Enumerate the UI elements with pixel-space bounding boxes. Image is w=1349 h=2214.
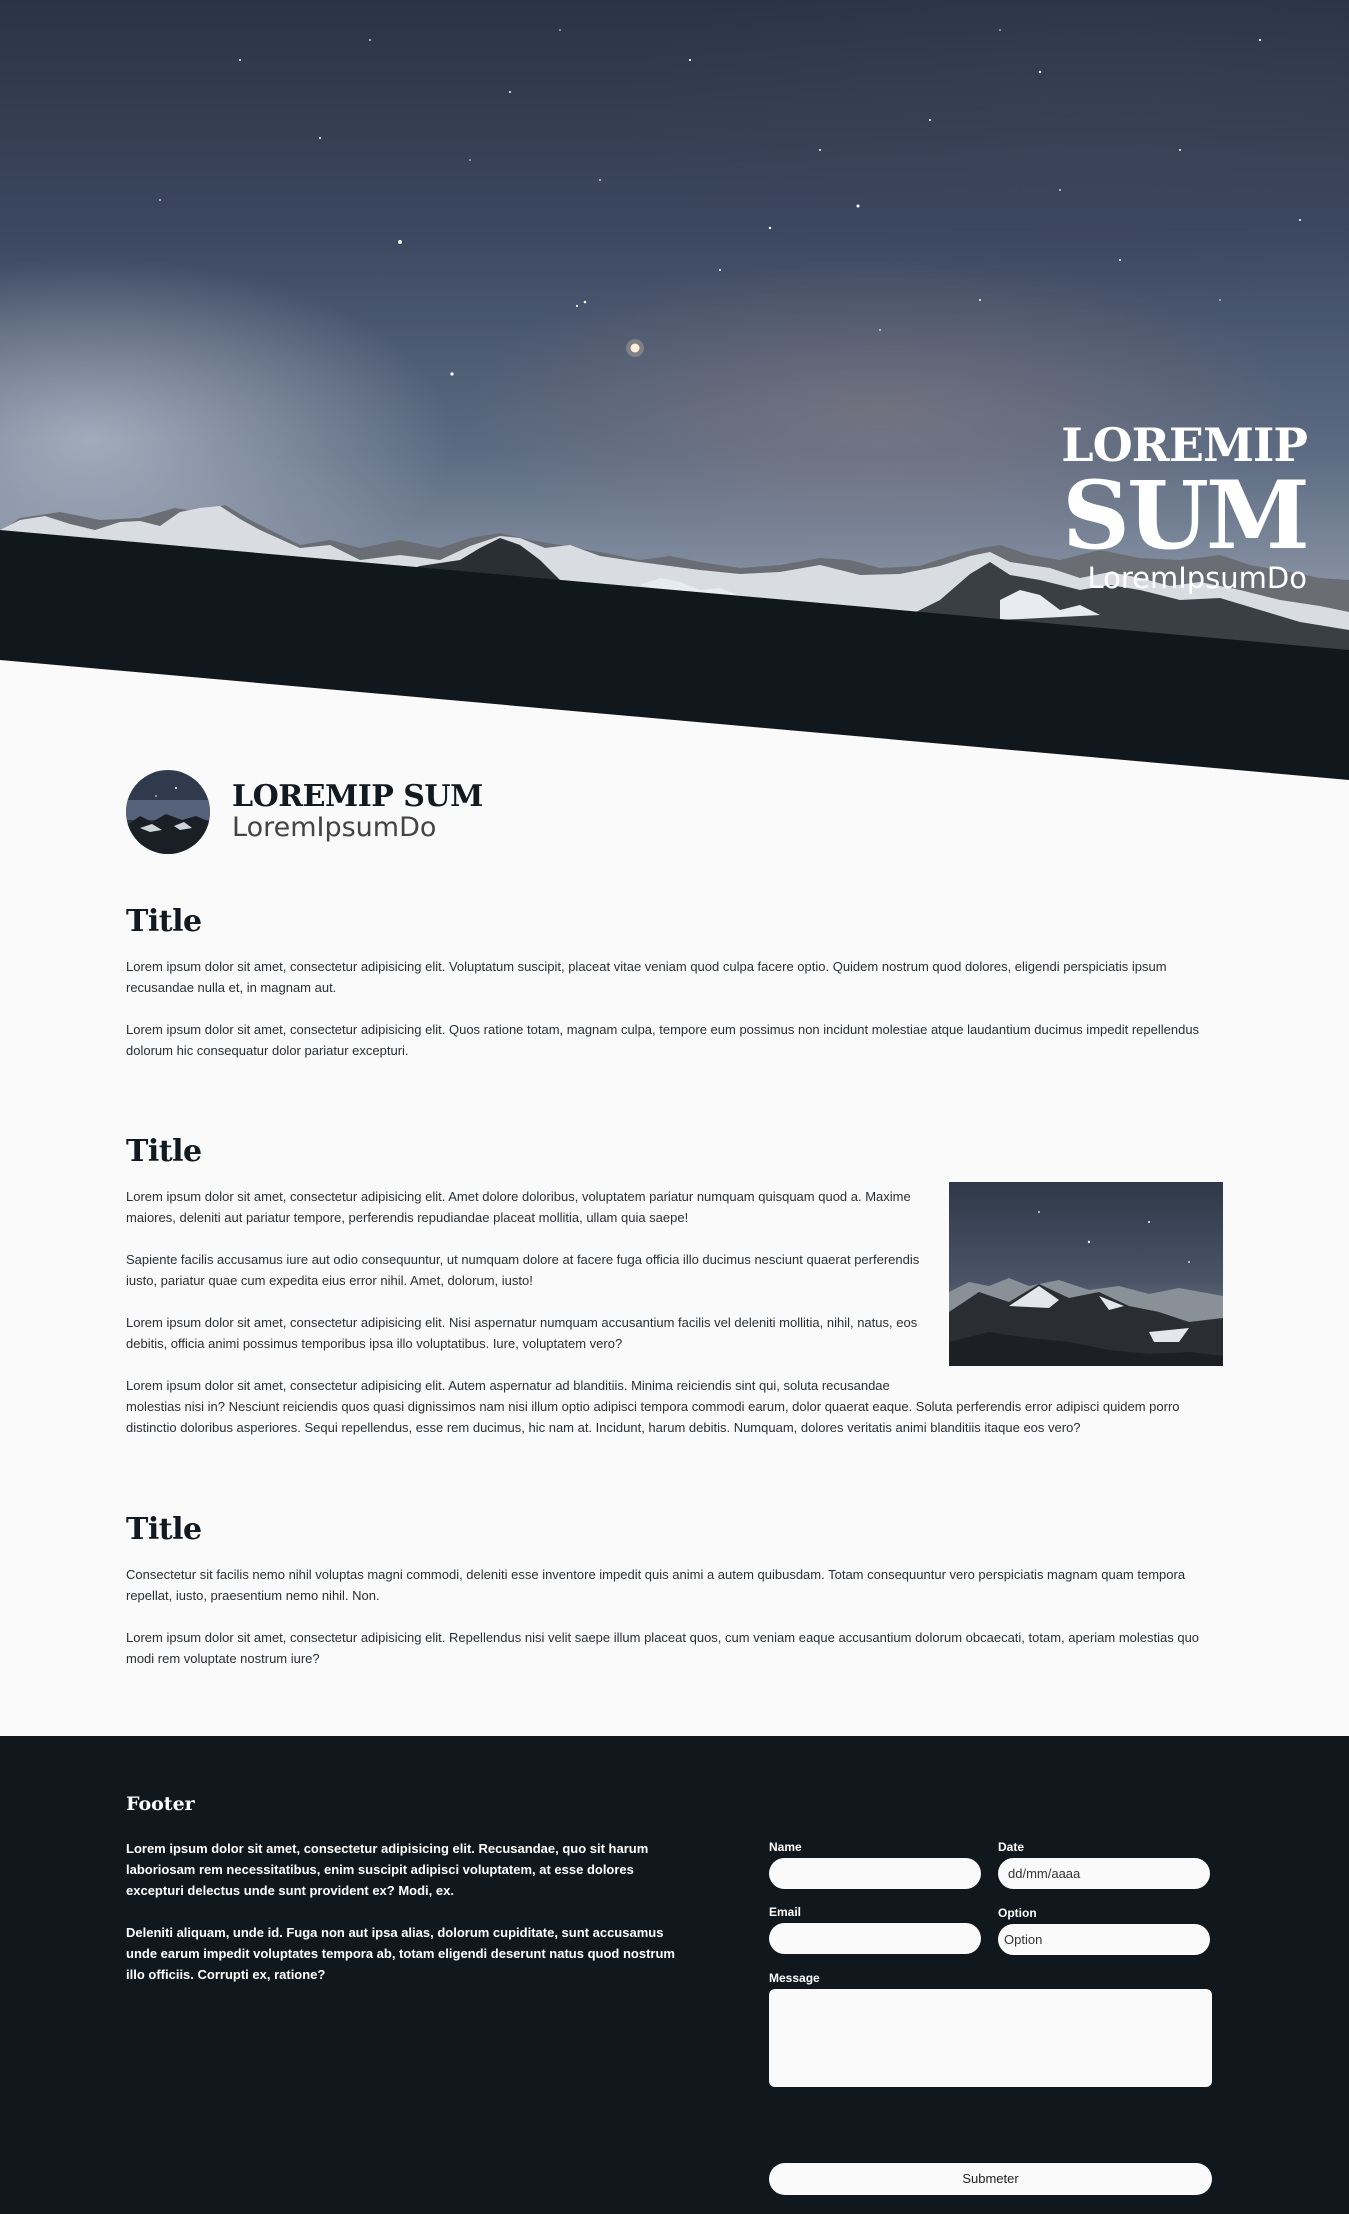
- date-field-group: Date dd/mm/aaaa: [998, 1840, 1210, 1889]
- section-paragraph: Lorem ipsum dolor sit amet, consectetur …: [126, 959, 1167, 995]
- content-section-3: Title Consectetur sit facilis nemo nihil…: [126, 1512, 1223, 1690]
- hero-banner: LOREMIP SUM LoremIpsumDo: [0, 0, 1349, 780]
- option-label: Option: [998, 1906, 1037, 1920]
- content-section-2: Title Lorem ipsum dolor sit amet, consec…: [126, 1134, 1223, 1459]
- profile-name: LOREMIP SUM: [232, 779, 483, 814]
- section-landscape-image: [949, 1182, 1223, 1366]
- profile-header: LOREMIP SUM LoremIpsumDo: [126, 770, 483, 854]
- date-label: Date: [998, 1840, 1025, 1854]
- option-select[interactable]: Option: [998, 1924, 1210, 1955]
- hero-title: LOREMIP SUM LoremIpsumDo: [1061, 420, 1310, 595]
- hero-subtitle: LoremIpsumDo: [1087, 561, 1307, 595]
- email-field-group: Email: [769, 1905, 981, 1954]
- name-label: Name: [769, 1840, 802, 1854]
- section-title: Title: [126, 1512, 202, 1547]
- footer-text: Lorem ipsum dolor sit amet, consectetur …: [126, 1838, 686, 2006]
- section-paragraph: Lorem ipsum dolor sit amet, consectetur …: [126, 1378, 1180, 1435]
- section-title: Title: [126, 904, 202, 939]
- name-input[interactable]: [769, 1858, 981, 1889]
- message-label: Message: [769, 1971, 820, 1985]
- avatar: [126, 770, 210, 854]
- section-title: Title: [126, 1134, 202, 1169]
- footer-paragraph: Deleniti aliquam, unde id. Fuga non aut …: [126, 1925, 675, 1982]
- message-field-group: Message: [769, 1971, 1212, 2087]
- hero-title-line2: SUM: [1062, 461, 1310, 571]
- footer-title: Footer: [126, 1793, 195, 1815]
- email-label: Email: [769, 1905, 802, 1919]
- message-textarea[interactable]: [769, 1989, 1212, 2087]
- content-section-1: Title Lorem ipsum dolor sit amet, consec…: [126, 904, 1223, 1082]
- profile-subtitle: LoremIpsumDo: [232, 812, 437, 843]
- email-input[interactable]: [769, 1923, 981, 1954]
- section-paragraph: Consectetur sit facilis nemo nihil volup…: [126, 1567, 1186, 1603]
- section-paragraph: Lorem ipsum dolor sit amet, consectetur …: [126, 1022, 1200, 1058]
- avatar-mountain-image: [126, 770, 210, 854]
- footer-paragraph: Lorem ipsum dolor sit amet, consectetur …: [126, 1841, 649, 1898]
- footer: Footer Lorem ipsum dolor sit amet, conse…: [0, 1736, 1349, 2214]
- hero-mountains-image: [0, 29, 1349, 780]
- submit-button[interactable]: Submeter: [769, 2163, 1212, 2195]
- section-paragraph: Lorem ipsum dolor sit amet, consectetur …: [126, 1630, 1200, 1666]
- name-field-group: Name: [769, 1840, 981, 1889]
- date-input[interactable]: dd/mm/aaaa: [998, 1858, 1210, 1889]
- option-field-group: Option Option: [998, 1906, 1210, 1955]
